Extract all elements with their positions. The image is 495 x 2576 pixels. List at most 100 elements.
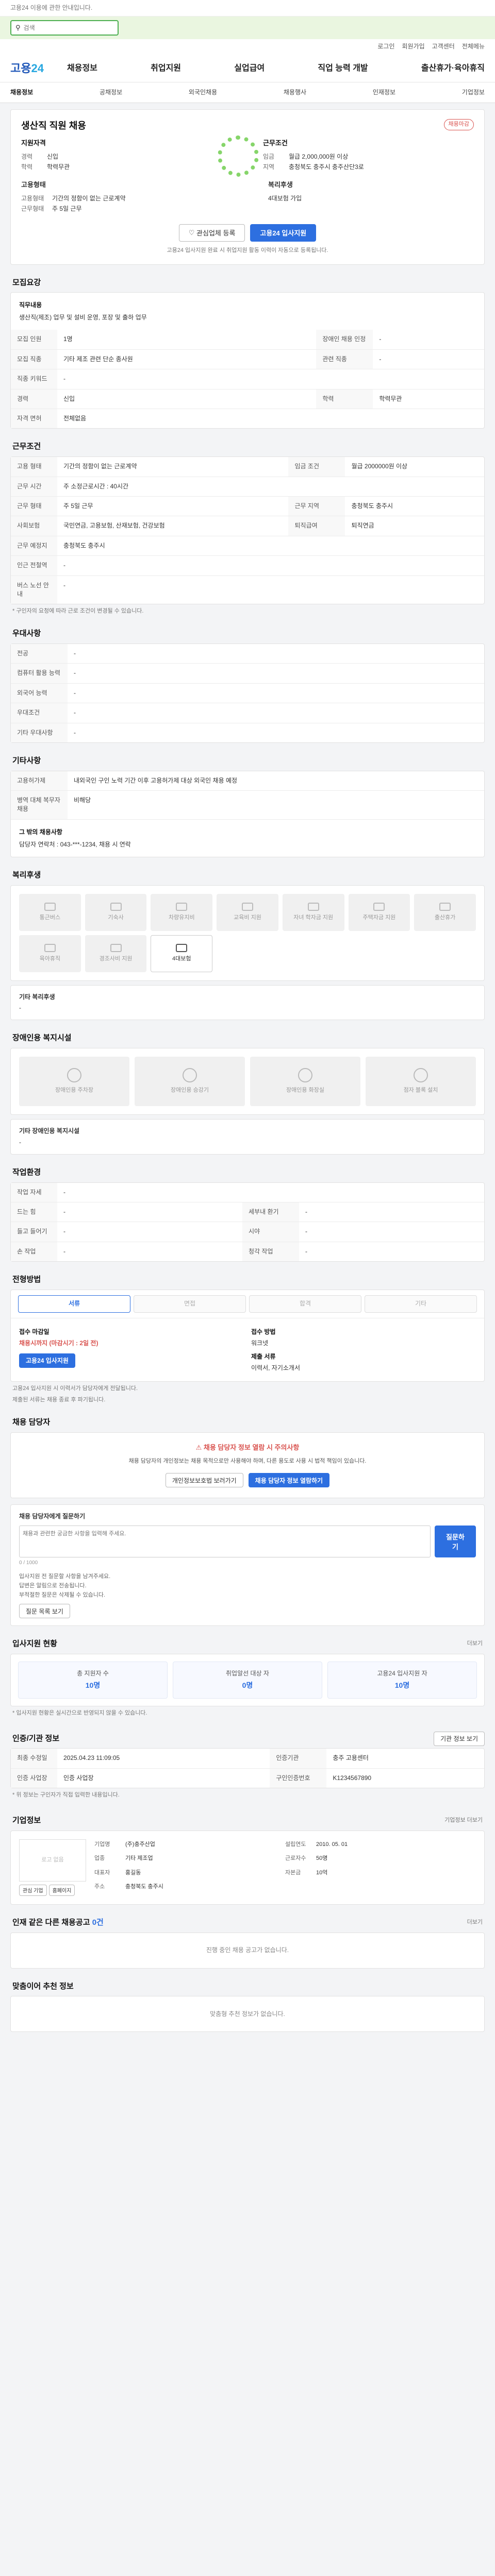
table-row: 버스 노선 안내 - — [11, 575, 484, 604]
table-row: 근무 형태 주 5일 근무 근무 지역 충청북도 충주시 — [11, 496, 484, 516]
table-row: 경력 신입 학력 학력무관 — [11, 388, 484, 409]
welfare-icon — [439, 902, 451, 911]
welfare-icon — [110, 943, 122, 952]
welfare-icon — [44, 902, 56, 911]
proc-step-doc: 서류 — [18, 1295, 130, 1313]
welfare-icon — [44, 943, 56, 952]
table-row: 인증 사업장 인증 사업장 구인인증번호 K1234567890 — [11, 1768, 484, 1788]
section-title-info: 인증/기관 정보 — [12, 1734, 60, 1743]
welfare-icon — [307, 902, 319, 911]
welfare-item: 차량유지비 — [151, 893, 213, 931]
lnb-item-jobs[interactable]: 채용정보 — [10, 88, 33, 97]
recommend-empty: 맞춤형 추천 정보가 없습니다. — [10, 1996, 485, 2032]
welfare-item: 경조사비 지원 — [85, 935, 147, 972]
section-title-pref: 우대사항 — [12, 629, 41, 638]
table-row: 근무 시간 주 소정근로시간 : 40시간 — [11, 476, 484, 497]
pref-box: 전공 - 컴퓨터 활용 능력 - 외국어 능력 - 우대조건 - 기타 우대사항 - — [10, 643, 485, 743]
company-logo-placeholder: 로고 없음 — [19, 1839, 86, 1882]
company-homepage-button[interactable]: 홈페이지 — [48, 1884, 75, 1896]
section-title-env: 작업환경 — [12, 1167, 41, 1177]
inquiry-box: 채용 담당자에게 질문하기 질문하기 0 / 1000 입사지원 전 질문할 사… — [10, 1504, 485, 1626]
cond-box: 고용 형태 기간의 정함이 없는 근로계약 임금 조건 월급 2000000원 이상 … — [10, 456, 485, 605]
welfare-item: 출산휴가 — [414, 893, 476, 931]
disability-extra: 기타 장애인용 복지시설 - — [10, 1119, 485, 1155]
section-title-more: 인재 같은 다른 채용공고 0건 — [12, 1918, 104, 1927]
all-menu-link[interactable]: 전체메뉴 — [462, 42, 485, 51]
job-table: 모집 인원 1명 장애인 채용 인정 - 모집 직종 기타 제조 관련 단순 종사원 관련… — [11, 330, 484, 429]
disability-braille: 점자 블록 설치 — [366, 1057, 476, 1107]
login-link[interactable]: 로그인 — [377, 42, 394, 51]
section-title-other: 기타사항 — [12, 756, 41, 765]
other-box: 고용허가제 내외국인 구인 노력 기간 이후 고용허가제 대상 외국인 채용 예정… — [10, 770, 485, 857]
stat-total: 총 지원자 수 10명 — [18, 1662, 168, 1699]
welfare-box: 통근버스 기숙사 차량유지비 교육비 지원 자녀 학자금 지원 주택자금 지원 출산휴가 육아… — [10, 885, 485, 981]
job-header: 생산직 직원 채용 채용마감 지원자격 경력 신입 학력 학력무관 근무조건 임금 월… — [10, 109, 485, 265]
site-logo[interactable]: 고용24 — [10, 60, 67, 77]
disability-box: 장애인용 주차장 장애인용 승강기 장애인용 화장실 점자 블록 설치 — [10, 1048, 485, 1115]
cond-table: 고용 형태 기간의 정함이 없는 근로계약 임금 조건 월급 2000000원 이상 … — [11, 457, 484, 604]
gnb-item-leave[interactable]: 출산휴가·육아휴직 — [421, 62, 485, 74]
company-interest-button[interactable]: 관심 기업 — [19, 1884, 47, 1896]
section-title-proc: 전형방법 — [12, 1275, 41, 1284]
lnb-item-events[interactable]: 채용행사 — [284, 88, 306, 97]
interest-button[interactable]: ♡ 관심업체 등록 — [178, 224, 245, 242]
company-more-link[interactable]: 기업정보 더보기 — [444, 1817, 483, 1825]
privacy-law-button[interactable]: 개인정보보호법 보러가기 — [165, 1473, 243, 1488]
global-nav: 고용24 채용정보 취업지원 실업급여 직업 능력 개발 출산휴가·육아휴직 — [0, 55, 495, 82]
info-button[interactable]: 기관 정보 보기 — [434, 1731, 485, 1746]
inquiry-submit-button[interactable]: 질문하기 — [435, 1525, 476, 1557]
support-link[interactable]: 고객센터 — [432, 42, 455, 51]
heart-icon: ♡ — [188, 228, 197, 236]
table-row: 직종 키워드 - — [11, 369, 484, 389]
inquiry-list-button[interactable]: 질문 목록 보기 — [19, 1604, 70, 1619]
table-row: 인근 전철역 - — [11, 555, 484, 576]
table-row: 고용허가제 내외국인 구인 노력 기간 이후 고용허가제 대상 외국인 채용 예정 — [11, 771, 484, 791]
signup-link[interactable]: 회원가입 — [402, 42, 424, 51]
search-box[interactable]: ⚲ — [10, 20, 119, 36]
table-row: 작업 자세 - — [11, 1182, 484, 1202]
search-bar: ⚲ — [0, 16, 495, 39]
info-box: 최종 수정일 2025.04.23 11:09:05 인증기관 충주 고용센터 인증 … — [10, 1748, 485, 1789]
welfare-icon — [241, 902, 253, 911]
disability-elevator: 장애인용 승강기 — [135, 1057, 245, 1107]
proc-step-pass: 합격 — [249, 1295, 361, 1313]
stats-more-link[interactable]: 더보기 — [467, 1640, 483, 1648]
employment-block: 고용형태 고용형태 기간의 정함이 없는 근로계약 근무형태 주 5일 근무 — [21, 180, 126, 212]
table-row: 손 작업 - 청각 작업 - — [11, 1241, 484, 1262]
table-row: 근무 예정지 충청북도 충주시 — [11, 535, 484, 556]
lnb-item-public[interactable]: 공채정보 — [100, 88, 122, 97]
search-input[interactable] — [23, 24, 113, 31]
welfare-item: 기숙사 — [85, 893, 147, 931]
welfare-icon — [176, 902, 188, 911]
section-title-job: 모집요강 — [12, 278, 41, 287]
company-box: 로고 없음 관심 기업 홈페이지 기업명 (주)충주산업 설립연도 2010. 05.… — [10, 1830, 485, 1905]
search-icon: ⚲ — [15, 23, 21, 31]
table-row: 사회보험 국민연금, 고용보험, 산재보험, 건강보험 퇴직급여 퇴직연금 — [11, 516, 484, 536]
stat-referral: 취업알선 대상 자 0명 — [173, 1662, 322, 1699]
table-row: 외국어 능력 - — [11, 683, 484, 703]
gnb-item-jobs[interactable]: 채용정보 — [67, 62, 97, 74]
inquiry-textarea[interactable] — [19, 1525, 431, 1557]
table-row: 고용 형태 기간의 정함이 없는 근로계약 임금 조건 월급 2000000원 이상 — [11, 457, 484, 477]
apply-button[interactable]: 고용24 입사지원 — [250, 224, 317, 242]
gnb-menu: 채용정보 취업지원 실업급여 직업 능력 개발 출산휴가·육아휴직 — [67, 62, 485, 74]
table-row: 모집 인원 1명 장애인 채용 인정 - — [11, 330, 484, 350]
gnb-item-benefit[interactable]: 실업급여 — [234, 62, 265, 74]
apply-note: 고용24 입사지원 완료 시 취업지원 활동 이력이 자동으로 등록됩니다. — [167, 247, 328, 253]
lnb-item-foreign[interactable]: 외국인채용 — [189, 88, 217, 97]
proc-step-interview: 면접 — [134, 1295, 246, 1313]
proc-apply-button[interactable]: 고용24 입사지원 — [19, 1353, 75, 1368]
gnb-item-training[interactable]: 직업 능력 개발 — [318, 62, 368, 74]
table-row: 전공 - — [11, 643, 484, 664]
gnb-item-support[interactable]: 취업지원 — [151, 62, 181, 74]
more-jobs-link[interactable]: 더보기 — [467, 1919, 483, 1927]
lnb-item-talent[interactable]: 인재정보 — [373, 88, 395, 97]
warning-icon: ⚠ — [195, 1443, 204, 1451]
braille-icon — [414, 1068, 428, 1083]
view-manager-button[interactable]: 채용 담당자 정보 열람하기 — [248, 1473, 330, 1488]
toilet-icon — [298, 1068, 312, 1083]
table-row: 들고 들어기 - 시야 - — [11, 1222, 484, 1242]
section-title-manager: 채용 담당자 — [12, 1417, 51, 1427]
section-title-welfare: 복리후생 — [12, 870, 41, 879]
lnb-item-company[interactable]: 기업정보 — [462, 88, 485, 97]
